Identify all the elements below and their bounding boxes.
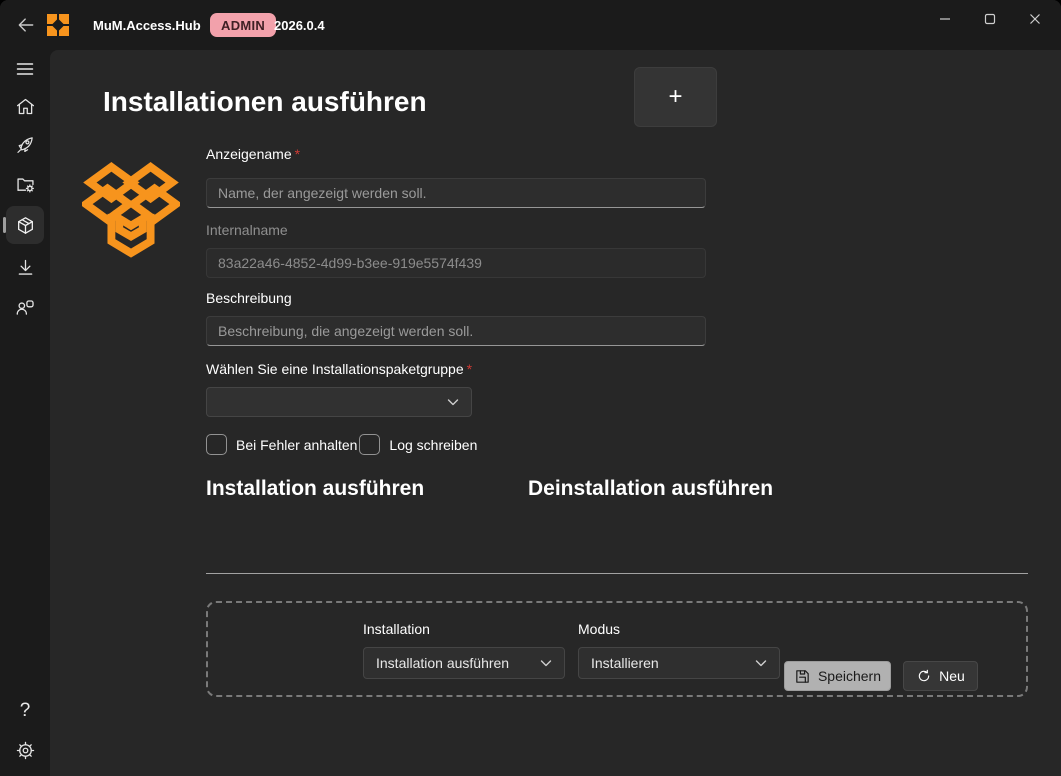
paketgruppe-label: Wählen Sie eine Installationspaketgruppe… [206, 361, 472, 377]
sidebar-item-projects[interactable] [6, 165, 44, 203]
refresh-icon [916, 668, 932, 684]
anzeigename-label: Anzeigename* [206, 146, 300, 162]
close-icon [1029, 13, 1041, 25]
bei-fehler-anhalten-label: Bei Fehler anhalten [236, 437, 357, 453]
gear-icon [15, 740, 36, 761]
internalname-input [206, 248, 706, 278]
save-button-label: Speichern [818, 668, 881, 684]
admin-badge: ADMIN [210, 13, 276, 37]
beschreibung-input[interactable] [206, 316, 706, 346]
home-icon [15, 96, 36, 117]
rocket-icon [15, 134, 36, 155]
installation-label: Installation [363, 621, 430, 637]
sidebar-item-packages[interactable] [6, 206, 44, 244]
package-icon [15, 215, 36, 236]
window-controls [922, 2, 1057, 36]
modus-label: Modus [578, 621, 620, 637]
question-icon: ? [20, 700, 31, 722]
modus-dropdown[interactable]: Installieren [578, 647, 780, 679]
sidebar-item-settings[interactable] [6, 731, 44, 769]
close-button[interactable] [1012, 2, 1057, 36]
download-icon [15, 257, 36, 278]
chevron-down-icon [540, 659, 552, 668]
version-label: 2026.0.4 [274, 0, 325, 50]
chevron-down-icon [447, 398, 459, 407]
required-marker: * [467, 361, 472, 377]
back-button[interactable] [8, 8, 44, 42]
folder-gear-icon [15, 174, 36, 195]
open-box-icon [82, 160, 180, 258]
app-window: MuM.Access.Hub ADMIN 2026.0.4 [0, 0, 1061, 776]
sidebar-item-accounts[interactable] [6, 288, 44, 326]
save-button[interactable]: Speichern [784, 661, 891, 691]
plus-icon: + [668, 83, 682, 111]
chevron-down-icon [755, 659, 767, 668]
required-marker: * [295, 146, 300, 162]
install-section-heading[interactable]: Installation ausführen [206, 477, 424, 501]
sidebar-item-menu[interactable] [6, 50, 44, 88]
sidebar: ? [0, 50, 50, 776]
modus-selected-value: Installieren [591, 655, 659, 671]
new-button-label: Neu [939, 668, 965, 684]
mum-logo-icon [46, 13, 70, 37]
users-icon [15, 297, 36, 318]
minimize-icon [939, 13, 951, 25]
hamburger-icon [15, 59, 35, 79]
floppy-icon [794, 668, 811, 685]
divider [206, 573, 1028, 574]
add-step-button[interactable]: + [634, 67, 717, 127]
sidebar-item-downloads[interactable] [6, 248, 44, 286]
bei-fehler-anhalten-checkbox[interactable] [206, 434, 227, 455]
internalname-label: Internalname [206, 222, 288, 238]
page-title: Installationen ausführen [103, 86, 427, 118]
options-row: Bei Fehler anhalten Log schreiben [206, 434, 479, 455]
app-title: MuM.Access.Hub [93, 0, 201, 50]
log-schreiben-checkbox[interactable] [359, 434, 380, 455]
sidebar-item-help[interactable]: ? [6, 692, 44, 730]
sidebar-item-deploy[interactable] [6, 125, 44, 163]
beschreibung-label: Beschreibung [206, 290, 292, 306]
anzeigename-input[interactable] [206, 178, 706, 208]
minimize-button[interactable] [922, 2, 967, 36]
titlebar: MuM.Access.Hub ADMIN 2026.0.4 [0, 0, 1061, 50]
maximize-button[interactable] [967, 2, 1012, 36]
paketgruppe-dropdown[interactable] [206, 387, 472, 417]
maximize-icon [984, 13, 996, 25]
new-button[interactable]: Neu [903, 661, 978, 691]
uninstall-section-heading[interactable]: Deinstallation ausführen [528, 477, 773, 501]
sidebar-item-home[interactable] [6, 87, 44, 125]
installation-selected-value: Installation ausführen [376, 655, 509, 671]
log-schreiben-label: Log schreiben [389, 437, 477, 453]
installation-dropdown[interactable]: Installation ausführen [363, 647, 565, 679]
arrow-left-icon [16, 15, 36, 35]
